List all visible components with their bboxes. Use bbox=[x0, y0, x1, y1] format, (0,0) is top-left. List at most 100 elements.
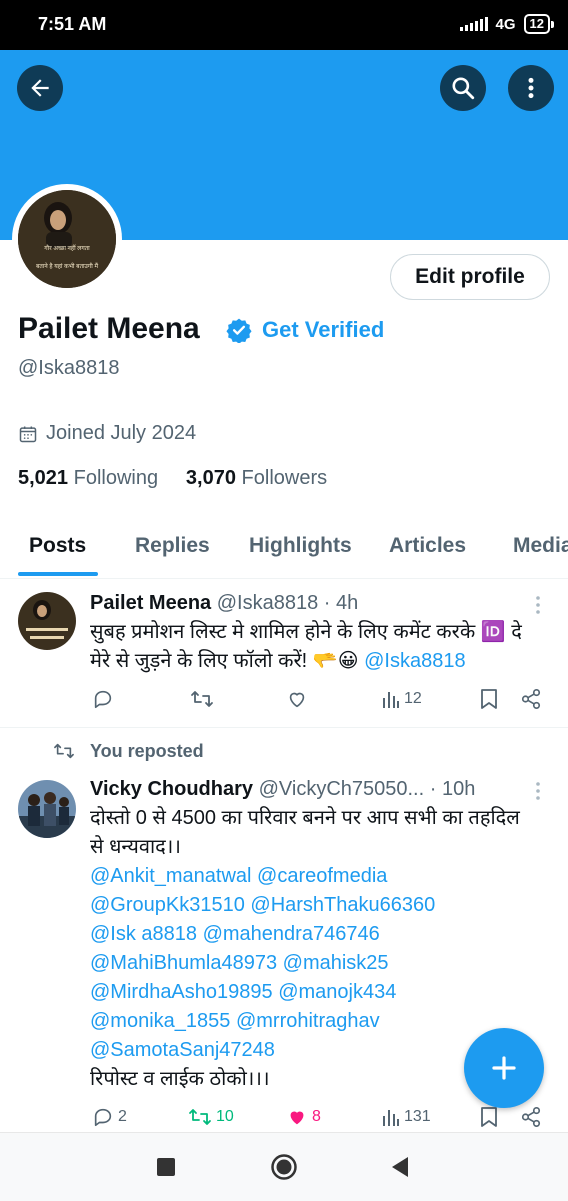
repost-count: 10 bbox=[216, 1108, 234, 1125]
post-author-name[interactable]: Vicky Choudhary bbox=[90, 778, 253, 800]
views-button[interactable]: 131 bbox=[382, 1106, 431, 1128]
views-icon bbox=[383, 1110, 399, 1126]
bookmark-icon bbox=[481, 689, 497, 709]
reply-count: 2 bbox=[118, 1108, 127, 1125]
triangle-back-icon bbox=[392, 1157, 408, 1177]
repost-indicator-icon bbox=[52, 741, 76, 766]
joined-date: Joined July 2024 bbox=[18, 422, 196, 445]
tab-posts[interactable]: Posts bbox=[29, 534, 86, 558]
search-button[interactable] bbox=[440, 65, 486, 111]
system-nav-bar bbox=[0, 1132, 568, 1201]
post-more-button[interactable] bbox=[530, 594, 546, 621]
post-meta: @Iska8818 · 4h bbox=[216, 592, 359, 614]
heart-icon bbox=[289, 692, 305, 708]
reply-button[interactable]: 2 bbox=[92, 1106, 127, 1128]
signal-icon bbox=[459, 17, 488, 31]
followers-count: 3,070 bbox=[185, 467, 236, 489]
reply-icon bbox=[94, 1108, 112, 1127]
tab-highlights[interactable]: Highlights bbox=[249, 534, 352, 558]
compose-button[interactable] bbox=[464, 1028, 544, 1108]
post-text-line: से धन्यवाद।। bbox=[90, 836, 181, 858]
calendar-icon bbox=[19, 426, 37, 442]
circle-icon bbox=[271, 1154, 297, 1180]
more-options-button[interactable] bbox=[508, 65, 554, 111]
reply-button[interactable] bbox=[92, 688, 114, 710]
mention-line[interactable]: @GroupKk31510 @HarshThaku66360 bbox=[90, 891, 560, 920]
status-indicators: 4G 12 bbox=[459, 14, 555, 34]
bookmark-button[interactable] bbox=[480, 688, 498, 710]
more-vertical-icon bbox=[536, 596, 540, 614]
status-time: 7:51 AM bbox=[38, 14, 107, 34]
post-header: Vicky Choudhary @VickyCh75050... · 10h bbox=[90, 778, 475, 801]
post-text-line-2-body: मेरे से जुड़ने के लिए फॉलो करें! 🫳😀 bbox=[90, 650, 359, 672]
back-arrow-icon bbox=[31, 79, 49, 97]
following-link[interactable]: 5,021 Following bbox=[18, 467, 158, 489]
mention-line[interactable]: @Ankit_manatwal @careofmedia bbox=[90, 862, 560, 891]
post-text-line-1: सुबह प्रमोशन लिस्ट मे शामिल होने के लिए … bbox=[90, 621, 522, 643]
avatar-caption-2: बताने है यहां कभी बताउगी मैं bbox=[35, 264, 99, 270]
recents-button[interactable] bbox=[156, 1157, 176, 1182]
share-icon bbox=[521, 689, 541, 709]
post-text: सुबह प्रमोशन लिस्ट मे शामिल होने के लिए … bbox=[90, 618, 560, 676]
repost-button[interactable] bbox=[190, 688, 214, 710]
followers-label: Followers bbox=[241, 467, 328, 489]
reply-icon bbox=[94, 690, 112, 709]
post-more-button[interactable] bbox=[530, 780, 546, 807]
repost-icon bbox=[191, 691, 213, 707]
follow-stats: 5,021 Following 3,070 Followers bbox=[18, 467, 327, 490]
profile-handle: @Iska8818 bbox=[18, 357, 120, 379]
active-tab-indicator bbox=[18, 572, 98, 576]
share-button[interactable] bbox=[520, 1106, 542, 1128]
post-text-line-2: मेरे से जुड़ने के लिए फॉलो करें! 🫳😀 @Isk… bbox=[90, 647, 560, 676]
home-button[interactable] bbox=[270, 1153, 298, 1186]
tab-articles[interactable]: Articles bbox=[389, 534, 466, 558]
heart-filled-icon bbox=[290, 1111, 304, 1125]
share-button[interactable] bbox=[520, 688, 542, 710]
edit-profile-button[interactable]: Edit profile bbox=[390, 254, 550, 300]
post-meta: @VickyCh75050... · 10h bbox=[258, 778, 476, 800]
profile-avatar[interactable]: गौर अच्छा नहीं लगता बताने है यहां कभी बत… bbox=[12, 184, 122, 294]
plus-icon bbox=[492, 1056, 516, 1080]
more-vertical-icon bbox=[528, 77, 534, 99]
mention-link[interactable]: @Iska8818 bbox=[364, 650, 465, 672]
square-icon bbox=[157, 1158, 175, 1176]
back-nav-button[interactable] bbox=[390, 1155, 410, 1184]
back-button[interactable] bbox=[17, 65, 63, 111]
views-button[interactable]: 12 bbox=[382, 688, 422, 710]
search-icon bbox=[452, 77, 475, 100]
display-name: Pailet Meena bbox=[18, 312, 200, 345]
like-button[interactable]: 8 bbox=[286, 1106, 321, 1128]
more-vertical-icon bbox=[536, 782, 540, 800]
bookmark-icon bbox=[481, 1107, 497, 1127]
battery-icon: 12 bbox=[523, 14, 555, 34]
post-author-name[interactable]: Pailet Meena bbox=[90, 592, 211, 614]
get-verified-link[interactable]: Get Verified bbox=[262, 317, 384, 343]
profile-tabs: Posts Replies Highlights Articles Media bbox=[0, 522, 568, 579]
following-label: Following bbox=[73, 467, 159, 489]
mention-line[interactable]: @Isk a8818 @mahendra746746 bbox=[90, 920, 560, 949]
post-header: Pailet Meena @Iska8818 · 4h bbox=[90, 592, 358, 615]
avatar-caption-1: गौर अच्छा नहीं लगता bbox=[44, 246, 90, 252]
views-count: 12 bbox=[404, 690, 422, 707]
views-icon bbox=[383, 692, 399, 708]
mention-line[interactable]: @MirdhaAsho19895 @manojk434 bbox=[90, 978, 560, 1007]
post-avatar[interactable] bbox=[18, 592, 76, 650]
verified-badge-icon bbox=[226, 317, 252, 348]
avatar-image: गौर अच्छा नहीं लगता बताने है यहां कभी बत… bbox=[18, 190, 116, 288]
mention-line[interactable]: @MahiBhumla48973 @mahisk25 bbox=[90, 949, 560, 978]
repost-label: You reposted bbox=[90, 741, 204, 761]
repost-button[interactable]: 10 bbox=[188, 1106, 234, 1128]
bookmark-button[interactable] bbox=[480, 1106, 498, 1128]
tab-replies[interactable]: Replies bbox=[135, 534, 210, 558]
followers-link[interactable]: 3,070 Followers bbox=[186, 467, 327, 489]
joined-text: Joined July 2024 bbox=[46, 422, 197, 444]
views-count: 131 bbox=[404, 1108, 431, 1125]
share-icon bbox=[521, 1107, 541, 1127]
like-button[interactable] bbox=[286, 688, 308, 710]
tab-media[interactable]: Media bbox=[513, 534, 568, 558]
status-bar: 7:51 AM 4G 12 bbox=[0, 0, 568, 50]
following-count: 5,021 bbox=[18, 467, 69, 489]
network-type: 4G bbox=[495, 15, 516, 33]
post-text-line: दोस्तो 0 से 4500 का परिवार बनने पर आप सभ… bbox=[90, 807, 520, 829]
post-avatar[interactable] bbox=[18, 780, 76, 838]
